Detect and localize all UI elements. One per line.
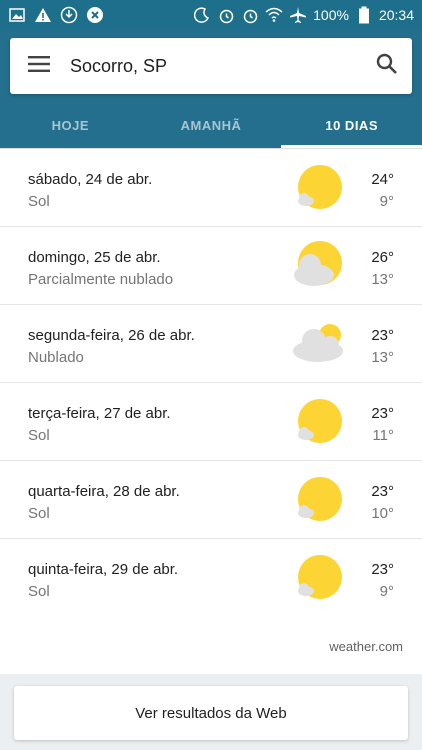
wifi-icon — [265, 6, 283, 24]
forecast-high: 26° — [371, 249, 394, 266]
forecast-low: 9° — [379, 583, 394, 600]
alarm-icon — [217, 6, 235, 24]
forecast-row[interactable]: segunda-feira, 26 de abr. Nublado 23° 13… — [0, 305, 422, 383]
forecast-date: terça-feira, 27 de abr. — [28, 405, 171, 422]
tab-bar: HOJE AMANHÃ 10 DIAS — [0, 102, 422, 148]
forecast-high: 23° — [371, 483, 394, 500]
tab-hoje[interactable]: HOJE — [0, 102, 141, 148]
forecast-low: 13° — [371, 271, 394, 288]
forecast-high: 23° — [371, 405, 394, 422]
forecast-condition: Nublado — [28, 349, 84, 366]
do-not-disturb-icon — [193, 6, 211, 24]
forecast-low: 9° — [379, 193, 394, 210]
alarm-icon — [241, 6, 259, 24]
web-results-button[interactable]: Ver resultados da Web — [14, 686, 408, 740]
forecast-date: sábado, 24 de abr. — [28, 171, 153, 188]
sun-icon — [292, 475, 344, 525]
status-bar: 100% 20:34 — [0, 0, 422, 30]
sun-icon — [292, 397, 344, 447]
forecast-condition: Sol — [28, 427, 50, 444]
forecast-row[interactable]: terça-feira, 27 de abr. Sol 23° 11° — [0, 383, 422, 461]
download-icon — [60, 6, 78, 24]
forecast-row[interactable]: sábado, 24 de abr. Sol 24° 9° — [0, 149, 422, 227]
forecast-list: sábado, 24 de abr. Sol 24° 9° domingo, 2… — [0, 148, 422, 674]
search-icon[interactable] — [376, 53, 398, 80]
sun-icon — [292, 553, 344, 603]
sun-icon — [292, 163, 344, 213]
image-icon — [8, 6, 26, 24]
forecast-high: 23° — [371, 327, 394, 344]
forecast-date: quinta-feira, 29 de abr. — [28, 561, 179, 578]
app-header: Socorro, SP HOJE AMANHÃ 10 DIAS — [0, 30, 422, 148]
cloudy-icon — [292, 319, 344, 369]
forecast-condition: Sol — [28, 505, 50, 522]
forecast-row[interactable]: quinta-feira, 29 de abr. Sol 23° 9° — [0, 539, 422, 617]
forecast-high: 24° — [371, 171, 394, 188]
tab-amanha[interactable]: AMANHÃ — [141, 102, 282, 148]
forecast-row[interactable]: quarta-feira, 28 de abr. Sol 23° 10° — [0, 461, 422, 539]
battery-percent: 100% — [313, 7, 349, 23]
menu-icon[interactable] — [28, 55, 50, 78]
forecast-high: 23° — [371, 561, 394, 578]
tab-10-dias[interactable]: 10 DIAS — [281, 102, 422, 148]
blocked-icon — [86, 6, 104, 24]
forecast-date: segunda-feira, 26 de abr. — [28, 327, 195, 344]
forecast-date: domingo, 25 de abr. — [28, 249, 161, 266]
forecast-condition: Sol — [28, 583, 50, 600]
airplane-icon — [289, 6, 307, 24]
forecast-low: 10° — [371, 505, 394, 522]
source-link[interactable]: weather.com — [329, 639, 403, 654]
search-bar[interactable]: Socorro, SP — [10, 38, 412, 94]
location-title[interactable]: Socorro, SP — [70, 56, 376, 77]
forecast-low: 11° — [372, 427, 394, 444]
forecast-date: quarta-feira, 28 de abr. — [28, 483, 180, 500]
clock: 20:34 — [378, 7, 414, 23]
forecast-row[interactable]: domingo, 25 de abr. Parcialmente nublado… — [0, 227, 422, 305]
partly-cloudy-icon — [292, 241, 344, 291]
forecast-condition: Parcialmente nublado — [28, 271, 174, 288]
forecast-condition: Sol — [28, 193, 50, 210]
forecast-low: 13° — [371, 349, 394, 366]
battery-icon — [355, 6, 373, 24]
warning-icon — [34, 6, 52, 24]
